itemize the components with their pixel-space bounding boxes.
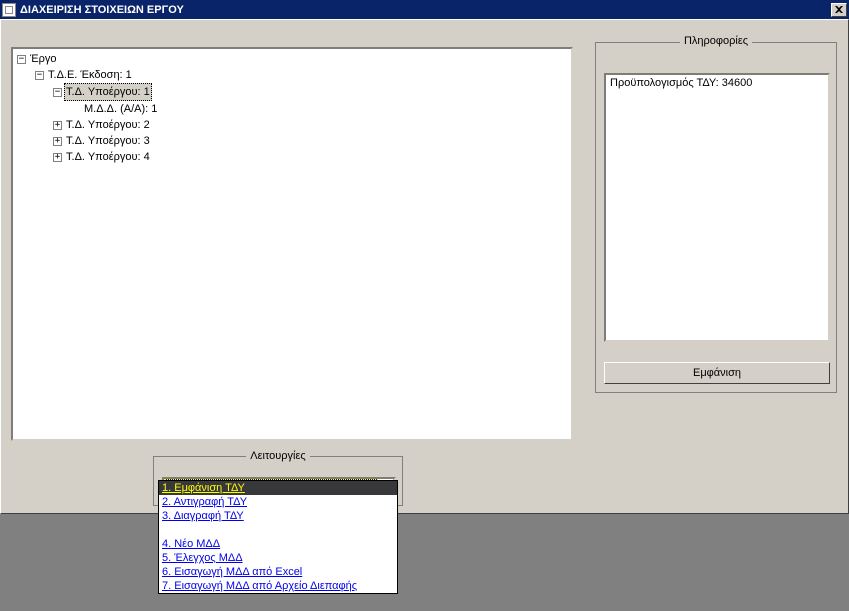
dropdown-separator: [159, 523, 397, 537]
tree-label-tdy3[interactable]: Τ.Δ. Υποέργου: 3: [64, 133, 152, 149]
window-title: ΔΙΑΧΕΙΡΙΣΗ ΣΤΟΙΧΕΙΩΝ ΕΡΓΟΥ: [20, 4, 184, 16]
tree-node-mdd[interactable]: Μ.Δ.Δ. (Α/Α): 1: [71, 101, 569, 117]
dropdown-link[interactable]: 6. Εισαγωγή ΜΔΔ από Excel: [162, 566, 302, 578]
expand-icon[interactable]: +: [53, 153, 62, 162]
tree-node-tdy4[interactable]: + Τ.Δ. Υποέργου: 4: [53, 149, 569, 165]
info-groupbox: Πληροφορίες Προϋπολογισμός ΤΔΥ: 34600 Εμ…: [595, 42, 837, 393]
dropdown-item-check-mdd[interactable]: 5. Έλεγχος ΜΔΔ: [159, 551, 397, 565]
dropdown-link[interactable]: 5. Έλεγχος ΜΔΔ: [162, 552, 243, 564]
dropdown-item-copy-tdy[interactable]: 2. Αντιγραφή ΤΔΥ: [159, 495, 397, 509]
expand-icon[interactable]: +: [53, 121, 62, 130]
tree-label-tdy4[interactable]: Τ.Δ. Υποέργου: 4: [64, 149, 152, 165]
operations-dropdown-list[interactable]: 1. Εμφάνιση ΤΔΥ 2. Αντιγραφή ΤΔΥ 3. Διαγ…: [158, 480, 398, 594]
dropdown-link[interactable]: 4. Νέο ΜΔΔ: [162, 538, 220, 550]
tree-node-tdy3[interactable]: + Τ.Δ. Υποέργου: 3: [53, 133, 569, 149]
tree-node-tdy1[interactable]: − Τ.Δ. Υποέργου: 1: [53, 83, 569, 101]
dropdown-item-import-excel[interactable]: 6. Εισαγωγή ΜΔΔ από Excel: [159, 565, 397, 579]
dropdown-item-show-tdy[interactable]: 1. Εμφάνιση ΤΔΥ: [159, 481, 397, 495]
tree-label-tde[interactable]: Τ.Δ.Ε. Έκδοση: 1: [46, 67, 134, 83]
tree-label-tdy1[interactable]: Τ.Δ. Υποέργου: 1: [64, 83, 152, 101]
tree-node-tdy2[interactable]: + Τ.Δ. Υποέργου: 2: [53, 117, 569, 133]
tree-label-root[interactable]: Έργο: [28, 51, 59, 67]
window-body: − Έργο − Τ.Δ.Ε. Έκδοση: 1: [0, 19, 849, 514]
tree-label-mdd[interactable]: Μ.Δ.Δ. (Α/Α): 1: [82, 101, 159, 117]
dropdown-item-import-interface-file[interactable]: 7. Εισαγωγή ΜΔΔ από Αρχείο Διεπαφής: [159, 579, 397, 593]
collapse-icon[interactable]: −: [17, 55, 26, 64]
collapse-icon[interactable]: −: [35, 71, 44, 80]
tree-leaf-icon: [71, 105, 80, 114]
info-text: Προϋπολογισμός ΤΔΥ: 34600: [610, 77, 752, 89]
info-group-title: Πληροφορίες: [680, 35, 752, 47]
collapse-icon[interactable]: −: [53, 88, 62, 97]
window-icon: [2, 3, 16, 17]
titlebar: ΔΙΑΧΕΙΡΙΣΗ ΣΤΟΙΧΕΙΩΝ ΕΡΓΟΥ: [0, 0, 849, 19]
dropdown-link[interactable]: 7. Εισαγωγή ΜΔΔ από Αρχείο Διεπαφής: [162, 580, 357, 592]
ops-group-title: Λειτουργίες: [246, 450, 309, 462]
dropdown-link[interactable]: 2. Αντιγραφή ΤΔΥ: [162, 496, 247, 508]
dropdown-item-new-mdd[interactable]: 4. Νέο ΜΔΔ: [159, 537, 397, 551]
show-button-label: Εμφάνιση: [693, 367, 741, 379]
tree-panel[interactable]: − Έργο − Τ.Δ.Ε. Έκδοση: 1: [11, 47, 573, 441]
tree-node-tde[interactable]: − Τ.Δ.Ε. Έκδοση: 1: [35, 67, 569, 83]
expand-icon[interactable]: +: [53, 137, 62, 146]
tree-node-root[interactable]: − Έργο: [17, 51, 569, 67]
show-button[interactable]: Εμφάνιση: [604, 362, 830, 384]
info-textbox[interactable]: Προϋπολογισμός ΤΔΥ: 34600: [604, 73, 830, 342]
dropdown-link[interactable]: 1. Εμφάνιση ΤΔΥ: [162, 482, 245, 494]
close-button[interactable]: [831, 3, 847, 17]
dropdown-item-delete-tdy[interactable]: 3. Διαγραφή ΤΔΥ: [159, 509, 397, 523]
tree-label-tdy2[interactable]: Τ.Δ. Υποέργου: 2: [64, 117, 152, 133]
dropdown-link[interactable]: 3. Διαγραφή ΤΔΥ: [162, 510, 244, 522]
